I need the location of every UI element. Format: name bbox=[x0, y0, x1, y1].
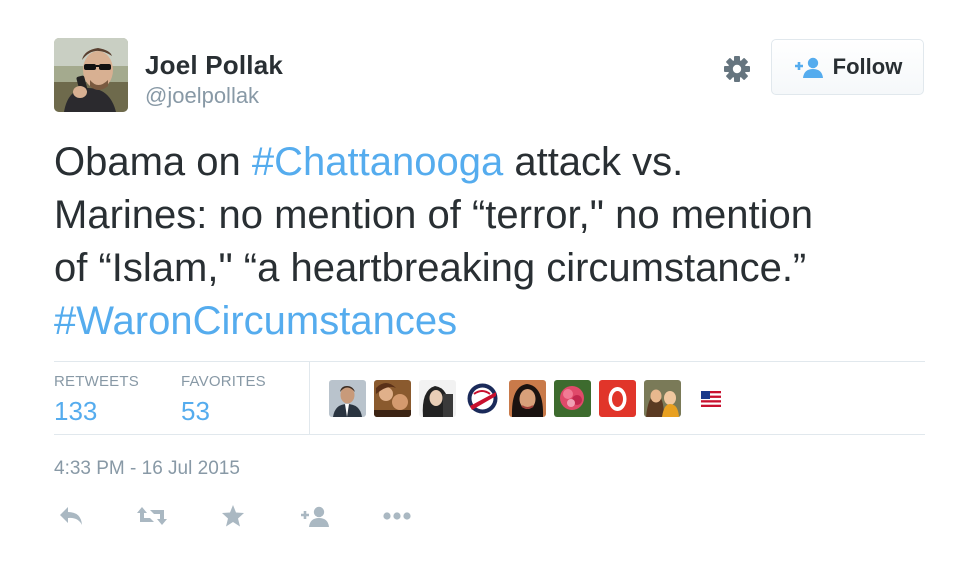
favoriter-avatar[interactable] bbox=[464, 380, 501, 417]
follow-user-icon bbox=[793, 56, 823, 78]
hashtag-link[interactable]: #Chattanooga bbox=[252, 140, 503, 184]
retweets-label: RETWEETS bbox=[54, 373, 139, 390]
tweet-text: Obama on #Chattanooga attack vs. Marines:… bbox=[54, 136, 934, 348]
tweet-line: of “Islam," “a heartbreaking circumstanc… bbox=[54, 242, 934, 295]
tweet-line: #WaronCircumstances bbox=[54, 295, 934, 348]
user-name[interactable]: Joel Pollak bbox=[145, 50, 283, 81]
follow-label: Follow bbox=[832, 54, 903, 79]
tweet-line: Obama on #Chattanooga attack vs. bbox=[54, 136, 934, 189]
favorite-icon[interactable] bbox=[216, 500, 250, 532]
tweet-timestamp[interactable]: 4:33 PM - 16 Jul 2015 bbox=[54, 458, 240, 480]
more-icon[interactable] bbox=[380, 500, 414, 532]
hashtag-link[interactable]: #WaronCircumstances bbox=[54, 299, 457, 343]
reply-icon[interactable] bbox=[54, 500, 88, 532]
favoriter-avatar[interactable] bbox=[419, 380, 456, 417]
stats-top-divider bbox=[54, 361, 925, 362]
gear-icon[interactable] bbox=[718, 50, 756, 88]
favoriter-avatar[interactable] bbox=[329, 380, 366, 417]
stats-divider bbox=[309, 362, 310, 434]
tweet-text-segment: Marines: no mention of “terror," no ment… bbox=[54, 193, 814, 237]
favoriter-avatar[interactable] bbox=[554, 380, 591, 417]
favoriter-avatar[interactable] bbox=[374, 380, 411, 417]
favoriter-avatar[interactable] bbox=[599, 380, 636, 417]
follow-button[interactable]: Follow bbox=[771, 39, 924, 95]
tweet-text-segment: of “Islam," “a heartbreaking circumstanc… bbox=[54, 246, 807, 290]
follow-icon[interactable] bbox=[297, 500, 331, 532]
profile-avatar[interactable] bbox=[54, 38, 128, 112]
retweet-icon[interactable] bbox=[135, 500, 169, 532]
tweet-text-segment: Obama on bbox=[54, 140, 252, 184]
retweets-count[interactable]: 133 bbox=[54, 396, 97, 427]
tweet-text-segment: attack vs. bbox=[503, 140, 684, 184]
favorites-label: FAVORITES bbox=[181, 373, 266, 390]
favoriter-avatar[interactable] bbox=[644, 380, 681, 417]
stats-bottom-divider bbox=[54, 434, 925, 435]
favorites-count[interactable]: 53 bbox=[181, 396, 210, 427]
favorited-by-avatars bbox=[329, 380, 721, 417]
user-handle[interactable]: @joelpollak bbox=[145, 83, 259, 109]
tweet-line: Marines: no mention of “terror," no ment… bbox=[54, 189, 934, 242]
favoriter-avatar[interactable] bbox=[509, 380, 546, 417]
us-flag-icon[interactable] bbox=[701, 390, 721, 407]
